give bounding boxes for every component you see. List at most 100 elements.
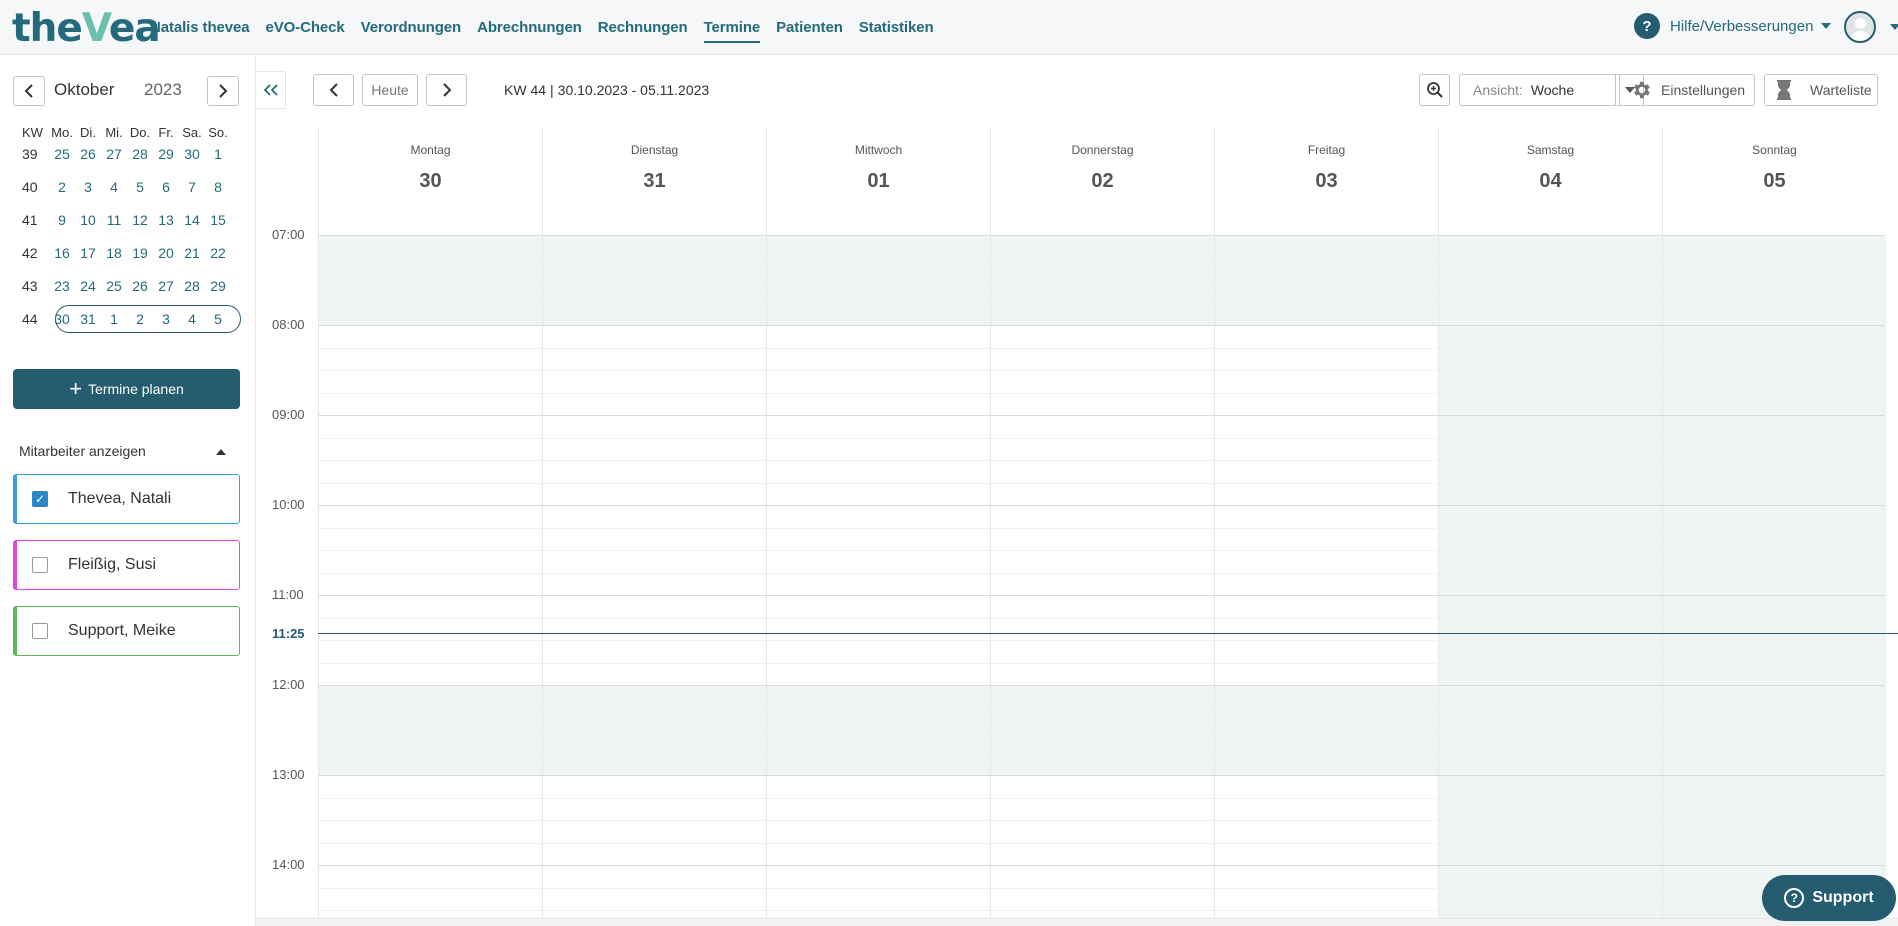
mini-calendar-day[interactable]: 28: [127, 146, 153, 162]
employee-filter[interactable]: ✓ Thevea, Natali: [13, 474, 240, 524]
settings-button[interactable]: Einstellungen: [1619, 74, 1755, 106]
support-button[interactable]: ? Support: [1762, 875, 1896, 921]
mini-calendar-day[interactable]: 26: [75, 146, 101, 162]
mini-calendar-day[interactable]: 24: [75, 278, 101, 294]
week-number[interactable]: 43: [14, 278, 49, 294]
mini-calendar-day[interactable]: 3: [75, 179, 101, 195]
user-avatar[interactable]: [1844, 11, 1876, 43]
mini-calendar-day[interactable]: 28: [179, 278, 205, 294]
help-menu[interactable]: ? Hilfe/Verbesserungen: [1634, 13, 1832, 39]
employee-filter[interactable]: Support, Meike: [13, 606, 240, 656]
day-column[interactable]: [1214, 235, 1438, 918]
collapse-sidebar-button[interactable]: [256, 71, 286, 109]
mini-calendar-week: 41 9 10 11 12 13 14 15: [14, 203, 231, 236]
day-header[interactable]: Freitag 03: [1214, 128, 1438, 235]
employees-header[interactable]: Mitarbeiter anzeigen: [19, 443, 229, 459]
mini-calendar-day[interactable]: 25: [101, 278, 127, 294]
day-column[interactable]: [542, 235, 766, 918]
mini-calendar-year[interactable]: 2023: [144, 80, 182, 100]
quarter-gridline: [318, 752, 1885, 754]
mini-calendar-day[interactable]: 29: [205, 278, 231, 294]
separator: |: [550, 82, 554, 98]
day-header[interactable]: Sonntag 05: [1662, 128, 1886, 235]
mini-calendar-day[interactable]: 17: [75, 245, 101, 261]
mini-calendar-day[interactable]: 27: [101, 146, 127, 162]
week-number[interactable]: 44: [14, 311, 49, 327]
chevron-up-icon[interactable]: [216, 449, 226, 455]
plan-appointments-button[interactable]: + Termine planen: [13, 369, 240, 409]
day-column[interactable]: [766, 235, 990, 918]
day-header[interactable]: Samstag 04: [1438, 128, 1662, 235]
day-header[interactable]: Montag 30: [318, 128, 542, 235]
mini-calendar-day[interactable]: 19: [127, 245, 153, 261]
employee-checkbox[interactable]: ✓: [32, 491, 48, 507]
nav-item-patienten[interactable]: Patienten: [776, 19, 843, 36]
mini-calendar-day[interactable]: 15: [205, 212, 231, 228]
horizontal-scrollbar[interactable]: [256, 918, 1898, 926]
mini-calendar-day[interactable]: 8: [205, 179, 231, 195]
weekday-name: Sonntag: [1752, 143, 1797, 157]
day-column[interactable]: [1438, 235, 1662, 918]
employee-checkbox[interactable]: [32, 623, 48, 639]
day-header[interactable]: Dienstag 31: [542, 128, 766, 235]
nav-item-statistiken[interactable]: Statistiken: [859, 19, 934, 36]
mini-calendar-day[interactable]: 2: [49, 179, 75, 195]
day-column[interactable]: [318, 235, 542, 918]
mini-calendar-day[interactable]: 18: [101, 245, 127, 261]
hour-label: 11:00: [272, 587, 304, 602]
mini-calendar-day[interactable]: 30: [179, 146, 205, 162]
mini-calendar-day[interactable]: 7: [179, 179, 205, 195]
zoom-button[interactable]: [1419, 74, 1450, 106]
week-number[interactable]: 41: [14, 212, 49, 228]
mini-calendar-day[interactable]: 23: [49, 278, 75, 294]
mini-calendar-day[interactable]: 10: [75, 212, 101, 228]
view-selector[interactable]: Ansicht: Woche: [1459, 74, 1644, 106]
nav-item-abrechnungen[interactable]: Abrechnungen: [477, 19, 582, 36]
mini-calendar-day[interactable]: 26: [127, 278, 153, 294]
nav-item-rechnungen[interactable]: Rechnungen: [598, 19, 688, 36]
week-number[interactable]: 42: [14, 245, 49, 261]
day-header[interactable]: Donnerstag 02: [990, 128, 1214, 235]
nav-item-evo-check[interactable]: eVO-Check: [265, 19, 344, 36]
employee-filter[interactable]: Fleißig, Susi: [13, 540, 240, 590]
prev-week-button[interactable]: [313, 74, 354, 106]
chevron-down-icon[interactable]: [1890, 24, 1898, 30]
mini-calendar-day[interactable]: 9: [49, 212, 75, 228]
mini-calendar-day[interactable]: 13: [153, 212, 179, 228]
mini-calendar-day[interactable]: 5: [127, 179, 153, 195]
mini-calendar-day[interactable]: 29: [153, 146, 179, 162]
quarter-gridline: [318, 482, 1885, 484]
selected-week-highlight: [55, 304, 241, 333]
quarter-gridline: [318, 797, 1885, 799]
mini-calendar-day[interactable]: 12: [127, 212, 153, 228]
day-number: 03: [1315, 170, 1338, 192]
mini-calendar-day[interactable]: 4: [101, 179, 127, 195]
mini-calendar-day[interactable]: 14: [179, 212, 205, 228]
day-header[interactable]: Mittwoch 01: [766, 128, 990, 235]
today-button[interactable]: Heute: [362, 74, 418, 106]
mini-calendar-day[interactable]: 16: [49, 245, 75, 261]
nav-item-natalis-thevea[interactable]: Natalis thevea: [150, 19, 250, 36]
mini-calendar-day[interactable]: 20: [153, 245, 179, 261]
waitlist-button[interactable]: Warteliste: [1764, 74, 1878, 106]
day-column[interactable]: [1662, 235, 1886, 918]
nav-item-verordnungen[interactable]: Verordnungen: [361, 19, 462, 36]
mini-calendar-day[interactable]: 27: [153, 278, 179, 294]
mini-calendar-day[interactable]: 21: [179, 245, 205, 261]
day-column[interactable]: [990, 235, 1214, 918]
prev-month-button[interactable]: [13, 76, 45, 106]
quarter-gridline: [318, 302, 1885, 304]
mini-calendar-day[interactable]: 25: [49, 146, 75, 162]
employee-checkbox[interactable]: [32, 557, 48, 573]
thevea-logo[interactable]: theVea: [12, 6, 161, 51]
mini-calendar-day[interactable]: 22: [205, 245, 231, 261]
week-number[interactable]: 39: [14, 146, 49, 162]
mini-calendar-day[interactable]: 1: [205, 146, 231, 162]
week-number[interactable]: 40: [14, 179, 49, 195]
nav-item-termine[interactable]: Termine: [703, 19, 760, 43]
next-week-button[interactable]: [426, 74, 467, 106]
mini-calendar-day[interactable]: 11: [101, 212, 127, 228]
next-month-button[interactable]: [207, 76, 239, 106]
mini-calendar-day[interactable]: 6: [153, 179, 179, 195]
mini-calendar-month[interactable]: Oktober: [54, 80, 114, 100]
